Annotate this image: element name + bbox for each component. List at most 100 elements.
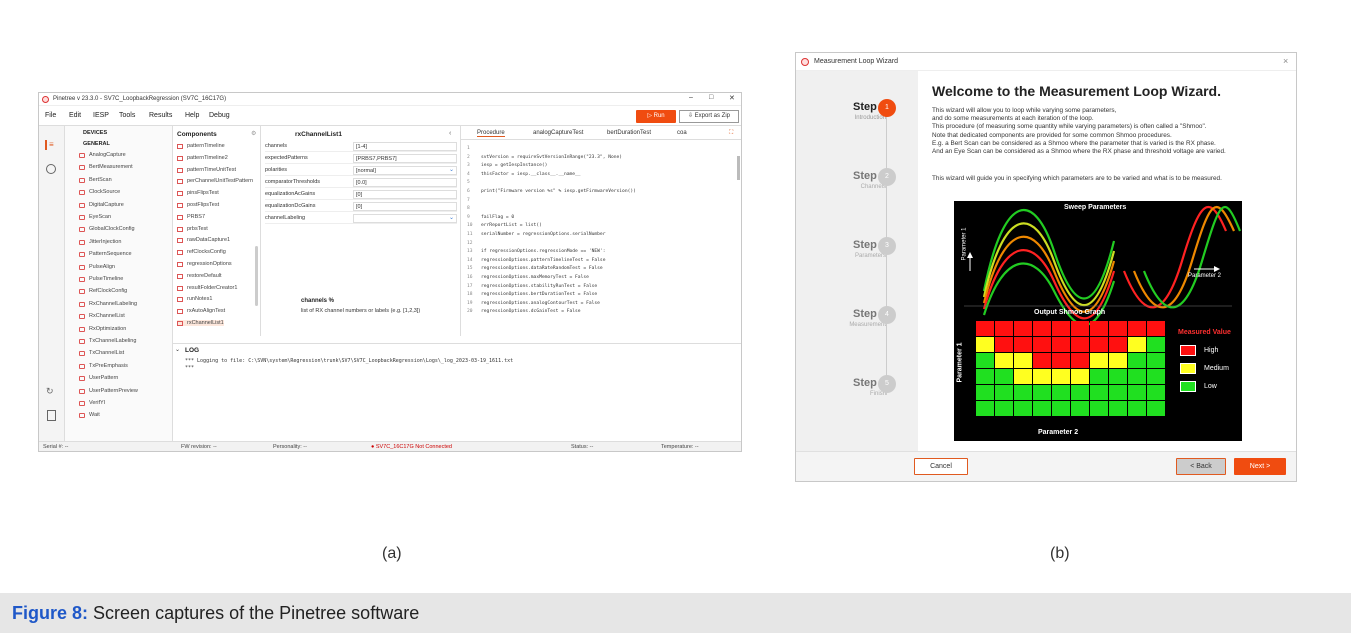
menu-iesp[interactable]: IESP [93,112,109,119]
components-icon[interactable]: ≡ [45,140,57,150]
tab-procedure[interactable]: Procedure [477,130,505,137]
tree-item[interactable]: EyeScan [89,214,111,220]
next-button[interactable]: Next > [1234,458,1286,475]
property-value[interactable]: [1-4] [353,142,457,151]
back-button[interactable]: < Back [1176,458,1226,475]
log-line: *** [185,365,195,371]
code-line[interactable]: thisFactor = iesp.__class__.__name__ [481,172,581,177]
code-line[interactable]: regressionOptions.bertDurationTest = Fal… [481,292,597,297]
expand-icon[interactable]: ⛶ [729,130,733,137]
component-item[interactable]: patternTimeline2 [177,155,228,161]
component-item[interactable]: regressionOptions [177,261,232,267]
component-icon [177,250,183,256]
component-item[interactable]: rawDataCapture1 [177,237,230,243]
component-type-icon [79,264,85,270]
components-scrollbar[interactable] [255,246,258,306]
tree-item[interactable]: RxChannelLabeling [89,301,137,307]
shmoo-cell [1109,321,1127,336]
tree-item[interactable]: ClockSource [89,189,120,195]
tree-item[interactable]: VerifYI [89,400,105,406]
menu-help[interactable]: Help [185,112,199,119]
component-type-icon [79,339,85,344]
component-item[interactable]: refClocksConfig [177,249,226,255]
property-value[interactable]: [0] [353,202,457,211]
minimize-icon[interactable]: – [689,94,693,101]
tree-item[interactable]: PulseAlign [89,264,115,270]
property-value[interactable]: [PRBS7,PRBS7] [353,154,457,163]
component-item[interactable]: restoreDefault [177,273,222,279]
component-item[interactable]: postFlipsTest [177,202,219,208]
component-item[interactable]: patternTimeUnitTest [177,167,236,173]
property-value[interactable]: [0] [353,190,457,199]
menu-file[interactable]: File [45,112,56,119]
code-line[interactable]: if regressionOptions.regressionMode == '… [481,249,605,254]
run-button[interactable]: ▷ Run [636,110,676,123]
tree-item[interactable]: UserPattern [89,375,118,381]
tree-item[interactable]: TxChannelLabeling [89,338,136,344]
tree-item[interactable]: AnalogCapture [89,152,126,158]
menu-edit[interactable]: Edit [69,112,81,119]
shmoo-cell [1128,401,1146,416]
history-icon[interactable] [46,164,56,174]
tab-analog-capture-test[interactable]: analogCaptureTest [533,130,583,136]
code-line[interactable]: print("Firmware version %s" % iesp.getFi… [481,189,636,194]
code-line[interactable]: regressionOptions.analogContourTest = Fa… [481,301,600,306]
property-value[interactable]: [normal] [353,166,457,175]
tree-item[interactable]: Wait [89,412,100,418]
close-icon[interactable]: ✕ [729,94,735,102]
maximize-icon[interactable]: □ [709,94,713,101]
tree-item[interactable]: RxOptimization [89,326,126,332]
code-line[interactable]: serialNumber = regressionOptions.serialN… [481,232,605,237]
dropdown-chevron-icon[interactable]: ⌄ [449,166,454,173]
tree-item[interactable]: UserPatternPreview [89,388,138,394]
log-chevron-icon[interactable]: ⌄ [175,346,180,353]
menu-debug[interactable]: Debug [209,112,230,119]
settings-icon[interactable]: ⚙ [251,130,256,137]
wizard-close-icon[interactable]: × [1283,56,1288,66]
editor-scrollbar[interactable] [737,156,740,180]
tree-item[interactable]: TxPreEmphasis [89,363,128,369]
step-name: Step 5 [852,377,886,389]
tree-item[interactable]: BertScan [89,177,112,183]
sync-icon[interactable]: ↻ [46,386,54,397]
tree-item[interactable]: PatternSequence [89,251,132,257]
tree-item[interactable]: RxChannelList [89,313,125,319]
property-value[interactable] [353,214,457,223]
tree-item[interactable]: JitterInjection [89,239,121,245]
tab-coa[interactable]: coa [677,130,687,136]
code-line[interactable]: regressionOptions.maxMemoryTest = False [481,275,589,280]
tree-item[interactable]: DigitalCapture [89,202,124,208]
menu-tools[interactable]: Tools [119,112,135,119]
tree-item[interactable]: PulseTimeline [89,276,123,282]
tree-item[interactable]: BertMeasurement [89,164,133,170]
code-line[interactable]: regressionOptions.stabilityRunTest = Fal… [481,284,597,289]
menu-results[interactable]: Results [149,112,172,119]
legend-high-swatch [1180,345,1196,356]
tree-item[interactable]: TxChannelList [89,350,124,356]
component-item[interactable]: pinsFlipsTest [177,190,219,196]
component-item[interactable]: patternTimeline [177,143,225,149]
shmoo-cell [1128,321,1146,336]
document-icon[interactable] [47,410,56,421]
component-item[interactable]: perChannelUnitTestPattern [177,178,253,184]
code-line[interactable]: failFlag = 0 [481,215,514,220]
component-item[interactable]: rxAutoAlignTest [177,308,225,314]
code-line[interactable]: regressionOptions.patternTimelineTest = … [481,258,605,263]
code-line[interactable]: regressionOptions.dcGainTest = False [481,309,581,314]
property-value[interactable]: [0.0] [353,178,457,187]
tree-item[interactable]: GlobalClockConfig [89,226,135,232]
tree-item[interactable]: RefClockConfig [89,288,127,294]
code-line[interactable]: errReportList = list() [481,223,542,228]
tab-bert-duration-test[interactable]: bertDurationTest [607,130,651,136]
tree-general[interactable]: GENERAL [83,141,110,147]
component-item[interactable]: rxChannelList1 [177,320,224,326]
collapse-icon[interactable]: ‹ [449,130,451,137]
code-line[interactable]: svtVersion = requireSvtVersionInRange("2… [481,155,622,160]
code-line[interactable]: iesp = getIespInstance() [481,163,547,168]
cancel-button[interactable]: Cancel [914,458,968,475]
component-item[interactable]: resultFolderCreator1 [177,285,237,291]
dropdown-chevron-icon[interactable]: ⌄ [449,214,454,221]
tree-devices[interactable]: DEVICES [83,130,107,136]
export-zip-button[interactable]: ⇩ Export as Zip [679,110,739,123]
code-line[interactable]: regressionOptions.dataRateRandomTest = F… [481,266,603,271]
